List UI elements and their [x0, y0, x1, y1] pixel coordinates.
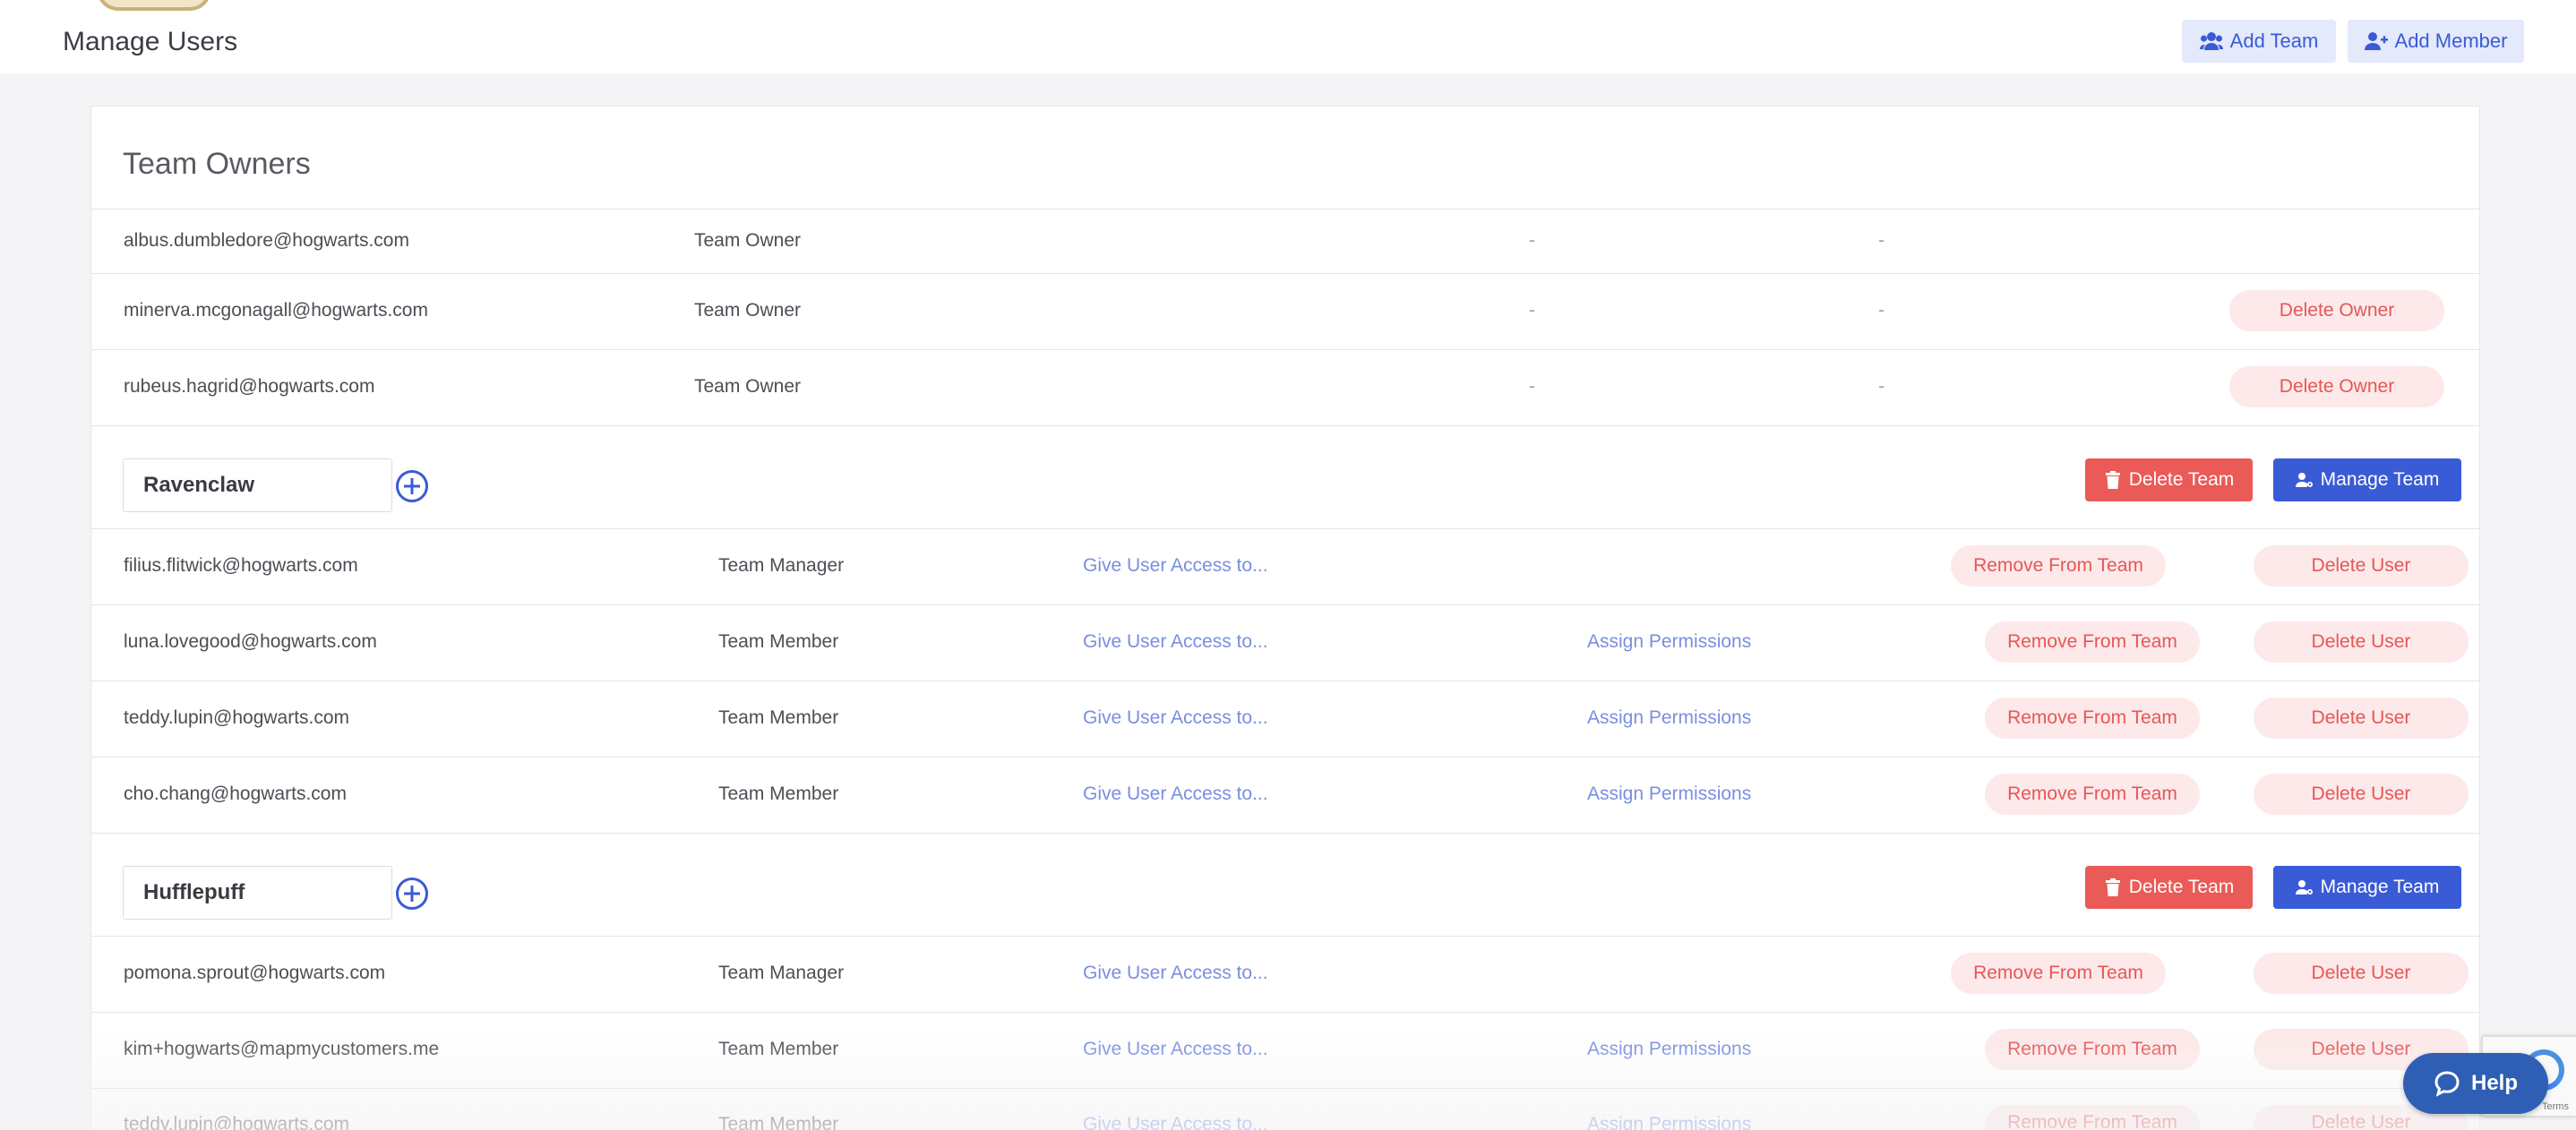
help-label: Help: [2470, 1071, 2518, 1095]
divider: [91, 528, 2479, 529]
assign-permissions-link[interactable]: Assign Permissions: [1587, 1039, 1751, 1060]
trash-icon: [2105, 878, 2120, 896]
remove-from-team-button[interactable]: Remove From Team: [1985, 774, 2200, 815]
remove-from-team-button[interactable]: Remove From Team: [1985, 1029, 2200, 1070]
remove-from-team-button[interactable]: Remove From Team: [1985, 621, 2200, 663]
owner-col4: -: [1878, 230, 1885, 251]
delete-user-button[interactable]: Delete User: [2254, 698, 2469, 739]
add-member-button[interactable]: Add Member: [2348, 20, 2524, 63]
owner-email: albus.dumbledore@hogwarts.com: [124, 230, 409, 251]
owner-col4: -: [1878, 300, 1885, 321]
owner-col3: -: [1529, 300, 1535, 321]
plus-circle-icon[interactable]: [396, 877, 428, 910]
divider: [91, 273, 2479, 274]
member-email: filius.flitwick@hogwarts.com: [124, 555, 358, 576]
divider: [91, 833, 2479, 834]
member-role: Team Member: [718, 1039, 839, 1059]
manage-team-label: Manage Team: [2320, 877, 2440, 897]
member-role: Team Manager: [718, 963, 845, 983]
remove-from-team-button[interactable]: Remove From Team: [1951, 545, 2166, 586]
assign-permissions-link[interactable]: Assign Permissions: [1587, 631, 1751, 653]
delete-user-button[interactable]: Delete User: [2254, 621, 2469, 663]
manage-team-button[interactable]: Manage Team: [2273, 458, 2461, 501]
plus-circle-icon[interactable]: [396, 470, 428, 502]
member-email: teddy.lupin@hogwarts.com: [124, 707, 350, 728]
assign-permissions-link[interactable]: Assign Permissions: [1587, 783, 1751, 805]
divider: [91, 936, 2479, 937]
give-access-link[interactable]: Give User Access to...: [1083, 783, 1268, 805]
give-access-link[interactable]: Give User Access to...: [1083, 1114, 1268, 1130]
delete-user-button[interactable]: Delete User: [2254, 953, 2469, 994]
member-email: cho.chang@hogwarts.com: [124, 783, 347, 804]
add-member-label: Add Member: [2394, 30, 2508, 52]
member-email: pomona.sprout@hogwarts.com: [124, 963, 386, 983]
delete-team-label: Delete Team: [2128, 469, 2235, 490]
page-title: Manage Users: [63, 27, 238, 56]
divider: [91, 1088, 2479, 1089]
give-access-link[interactable]: Give User Access to...: [1083, 1039, 1268, 1060]
owner-col4: -: [1878, 376, 1885, 397]
team-name-field[interactable]: Hufflepuff: [123, 866, 392, 920]
divider: [91, 209, 2479, 210]
member-role: Team Member: [718, 707, 839, 728]
top-header: Manage Users Add Team Add Member: [0, 0, 2576, 73]
delete-user-button[interactable]: Delete User: [2254, 774, 2469, 815]
owner-role: Team Owner: [694, 376, 802, 397]
divider: [91, 604, 2479, 605]
delete-team-button[interactable]: Delete Team: [2085, 458, 2253, 501]
user-plus-icon: [2364, 32, 2388, 50]
delete-team-button[interactable]: Delete Team: [2085, 866, 2253, 909]
delete-team-label: Delete Team: [2128, 877, 2235, 897]
give-access-link[interactable]: Give User Access to...: [1083, 555, 1268, 577]
owner-email: rubeus.hagrid@hogwarts.com: [124, 376, 375, 397]
users-cog-icon: [2295, 473, 2313, 487]
remove-from-team-button[interactable]: Remove From Team: [1985, 698, 2200, 739]
member-role: Team Member: [718, 783, 839, 804]
owner-role: Team Owner: [694, 230, 802, 251]
member-role: Team Member: [718, 1114, 839, 1130]
recaptcha-terms[interactable]: Terms: [2542, 1101, 2569, 1112]
users-icon: [2199, 32, 2223, 50]
add-team-label: Add Team: [2229, 30, 2319, 52]
member-role: Team Member: [718, 631, 839, 652]
team-name-field[interactable]: Ravenclaw: [123, 458, 392, 512]
owner-role: Team Owner: [694, 300, 802, 321]
logo: [97, 0, 211, 11]
divider: [91, 1012, 2479, 1013]
divider: [91, 757, 2479, 758]
member-email: kim+hogwarts@mapmycustomers.me: [124, 1039, 440, 1059]
give-access-link[interactable]: Give User Access to...: [1083, 963, 1268, 984]
manage-team-button[interactable]: Manage Team: [2273, 866, 2461, 909]
users-cog-icon: [2295, 880, 2313, 895]
chat-bubble-icon: [2434, 1071, 2460, 1097]
manage-team-label: Manage Team: [2320, 469, 2440, 490]
owner-col3: -: [1529, 230, 1535, 251]
member-email: teddy.lupin@hogwarts.com: [124, 1114, 350, 1130]
delete-owner-button[interactable]: Delete Owner: [2229, 290, 2444, 331]
remove-from-team-button[interactable]: Remove From Team: [1951, 953, 2166, 994]
member-role: Team Manager: [718, 555, 845, 576]
give-access-link[interactable]: Give User Access to...: [1083, 707, 1268, 729]
help-button[interactable]: Help: [2403, 1053, 2548, 1114]
remove-from-team-button[interactable]: Remove From Team: [1985, 1105, 2200, 1130]
add-team-button[interactable]: Add Team: [2182, 20, 2336, 63]
team-owners-title: Team Owners: [123, 147, 311, 181]
divider: [91, 425, 2479, 426]
divider: [91, 349, 2479, 350]
give-access-link[interactable]: Give User Access to...: [1083, 631, 1268, 653]
assign-permissions-link[interactable]: Assign Permissions: [1587, 1114, 1751, 1130]
delete-owner-button[interactable]: Delete Owner: [2229, 366, 2444, 407]
assign-permissions-link[interactable]: Assign Permissions: [1587, 707, 1751, 729]
delete-user-button[interactable]: Delete User: [2254, 545, 2469, 586]
member-email: luna.lovegood@hogwarts.com: [124, 631, 377, 652]
owner-email: minerva.mcgonagall@hogwarts.com: [124, 300, 428, 321]
owner-col3: -: [1529, 376, 1535, 397]
trash-icon: [2105, 471, 2120, 489]
